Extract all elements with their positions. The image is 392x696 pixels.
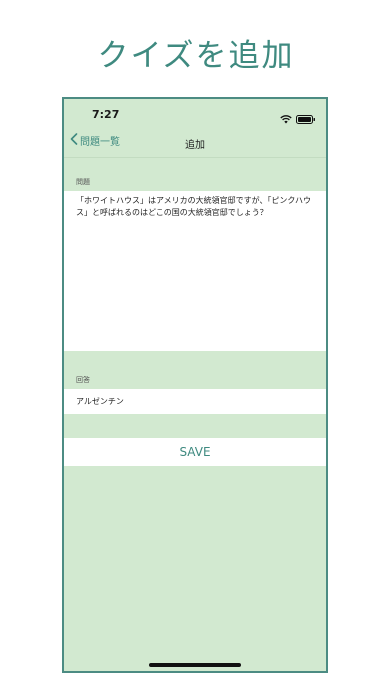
status-icons: [280, 109, 316, 128]
phone-screen: 7:27 問題一覧 追加 問題 「ホワイトハウス」はアメリカの大統領官邸ですが、…: [62, 97, 328, 673]
home-indicator: [149, 663, 241, 667]
save-button[interactable]: SAVE: [64, 438, 326, 466]
navigation-bar: 問題一覧 追加: [64, 129, 326, 158]
status-time: 7:27: [92, 108, 120, 121]
answer-label: 回答: [76, 376, 90, 384]
wifi-icon: [280, 109, 292, 128]
promo-title: クイズを追加: [97, 38, 295, 74]
status-bar: 7:27: [64, 99, 326, 129]
battery-icon: [296, 109, 316, 128]
question-label: 問題: [76, 178, 90, 186]
answer-input[interactable]: アルゼンチン: [64, 389, 326, 414]
question-textarea[interactable]: 「ホワイトハウス」はアメリカの大統領官邸ですが、「ピンクハウス」と呼ばれるのはど…: [64, 191, 326, 351]
nav-title: 追加: [185, 140, 205, 151]
